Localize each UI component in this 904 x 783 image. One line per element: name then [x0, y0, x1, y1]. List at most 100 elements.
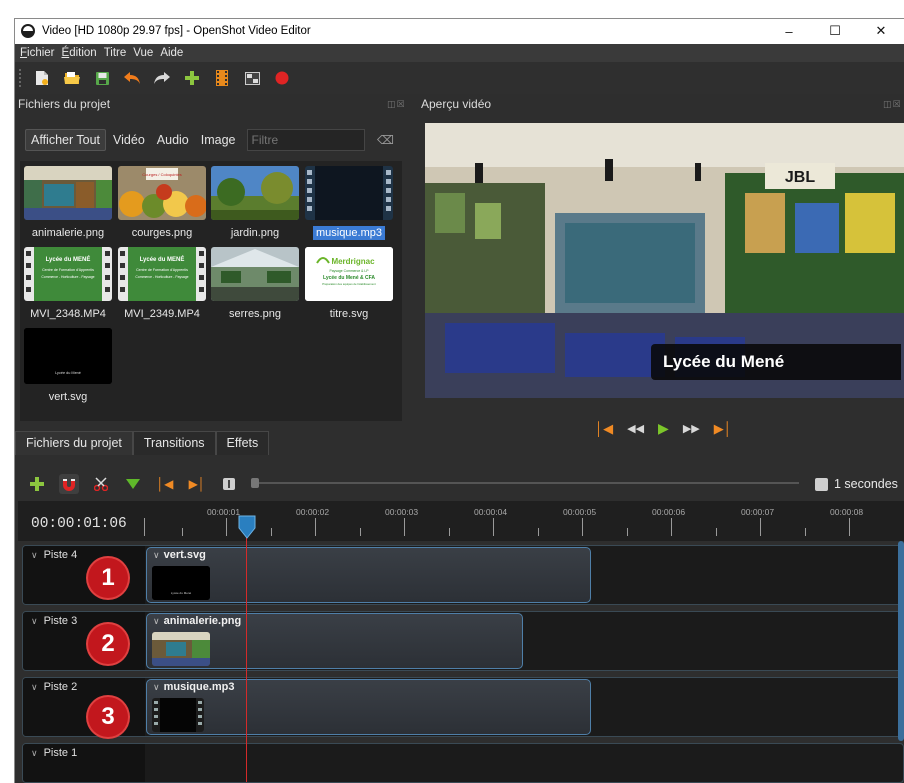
vert-svg-thumbnail: Lycée du Mené	[24, 328, 112, 384]
add-marker-button[interactable]	[123, 474, 143, 494]
menu-edition[interactable]: Édition	[62, 47, 97, 59]
file-item-serres[interactable]: serres.png	[211, 247, 299, 321]
filter-show-all-button[interactable]: Afficher Tout	[25, 129, 107, 151]
fullscreen-button[interactable]	[241, 67, 263, 89]
choose-profile-button[interactable]	[211, 67, 233, 89]
clip-musique-mp3[interactable]: musique.mp3	[146, 679, 591, 735]
ruler-major-tick	[226, 518, 227, 536]
close-button[interactable]: ✕	[858, 18, 904, 44]
file-item-mvi-2349[interactable]: Lycée du MENÉ Centre de Formation d'Appr…	[118, 247, 206, 321]
clear-filter-icon[interactable]: ⌫	[377, 133, 394, 147]
ruler-minor-tick	[804, 528, 806, 536]
add-track-button[interactable]	[27, 474, 47, 494]
jump-start-icon[interactable]: │◀	[595, 421, 613, 437]
toolbar-grip[interactable]	[19, 69, 25, 87]
fullscreen-icon	[244, 71, 260, 85]
track-header[interactable]: Piste 2	[23, 678, 145, 736]
menu-titre[interactable]: Titre	[104, 47, 127, 59]
choose-profile-icon	[216, 70, 228, 86]
file-name: MVI_2348.MP4	[30, 308, 106, 320]
center-timeline-icon	[223, 478, 235, 490]
video-title-line2: Centre de Formation d'Apprentis	[136, 268, 188, 272]
file-item-mvi-2348[interactable]: Lycée du MENÉ Centre de Formation d'Appr…	[24, 247, 112, 321]
export-video-button[interactable]	[271, 67, 293, 89]
title-svg-thumbnail: Merdrignac Paysage Commerce & LP Lycée d…	[305, 247, 393, 301]
menu-edition-label: dition	[69, 47, 97, 59]
file-name: serres.png	[229, 308, 281, 320]
ruler-major-tick	[315, 518, 316, 536]
minimize-button[interactable]: –	[766, 18, 812, 44]
openshot-logo-icon	[21, 24, 35, 38]
file-item-titre[interactable]: Merdrignac Paysage Commerce & LP Lycée d…	[305, 247, 393, 321]
clip-animalerie-png[interactable]: animalerie.png	[146, 613, 523, 669]
zoom-slider-handle[interactable]	[251, 478, 259, 488]
ruler-major-tick	[582, 518, 583, 536]
zoom-slider[interactable]	[251, 478, 799, 488]
file-thumbnail: Merdrignac Paysage Commerce & LP Lycée d…	[305, 247, 393, 301]
fast-forward-icon[interactable]: ▶▶	[683, 422, 700, 435]
track-piste-1[interactable]: Piste 1	[22, 743, 904, 783]
tab-project-files[interactable]: Fichiers du projet	[15, 431, 133, 455]
file-item-musique[interactable]: musique.mp3	[305, 166, 393, 240]
menu-aide[interactable]: Aide	[160, 47, 183, 59]
undo-button[interactable]	[121, 67, 143, 89]
menu-vue[interactable]: Vue	[133, 47, 153, 59]
tab-transitions[interactable]: Transitions	[132, 431, 216, 455]
file-item-vert[interactable]: Lycée du Mené vert.svg	[24, 328, 112, 404]
menu-fichier[interactable]: Fichier	[20, 47, 55, 59]
next-marker-button[interactable]: ▶│	[187, 474, 207, 494]
razor-button[interactable]	[91, 474, 111, 494]
track-piste-3[interactable]: Piste 3 animalerie.png	[22, 611, 904, 671]
rewind-icon[interactable]: ◀◀	[627, 422, 644, 435]
center-playhead-button[interactable]	[219, 474, 239, 494]
preview-panel-float-close-icon[interactable]: ◫☒	[883, 99, 902, 110]
save-project-button[interactable]	[91, 67, 113, 89]
track-piste-2[interactable]: Piste 2 musique.mp3	[22, 677, 904, 737]
clip-thumbnail: Lycée du Mené	[152, 566, 210, 600]
tab-effects[interactable]: Effets	[215, 431, 270, 455]
timeline-timecode: 00:00:01:06	[31, 516, 127, 532]
play-icon[interactable]: ▶	[658, 420, 669, 437]
clip-vert-svg[interactable]: vert.svg Lycée du Mené	[146, 547, 591, 603]
redo-button[interactable]	[151, 67, 173, 89]
file-name: titre.svg	[329, 308, 369, 320]
ruler-major-tick	[760, 518, 761, 536]
menu-bar: Fichier Édition Titre Vue Aide	[15, 44, 904, 62]
track-name: Piste 2	[31, 681, 78, 693]
open-project-button[interactable]	[61, 67, 83, 89]
menu-fichier-mnemonic: F	[20, 47, 28, 59]
ruler-minor-tick	[359, 528, 361, 536]
ruler-minor-tick	[626, 528, 628, 536]
clip-thumbnail	[152, 698, 204, 732]
file-thumbnail: Lycée du Mené	[24, 328, 112, 384]
file-name: jardin.png	[230, 227, 280, 239]
add-track-icon	[30, 477, 44, 491]
file-item-courges[interactable]: Courges / Coloquintes courges.png	[118, 166, 206, 240]
files-panel-float-close-icon[interactable]: ◫☒	[387, 99, 406, 110]
files-filter-bar: Afficher Tout Vidéo Audio Image	[25, 128, 365, 152]
import-files-button[interactable]	[181, 67, 203, 89]
squash-thumbnail: Courges / Coloquintes	[118, 166, 206, 220]
previous-marker-button[interactable]: │◀	[155, 474, 175, 494]
file-item-jardin[interactable]: jardin.png	[211, 166, 299, 240]
playhead-handle-icon[interactable]	[237, 514, 257, 540]
ruler-major-tick	[404, 518, 405, 536]
maximize-button[interactable]: ☐	[812, 18, 858, 44]
snapping-button[interactable]	[59, 474, 79, 494]
file-item-animalerie[interactable]: animalerie.png	[24, 166, 112, 240]
jump-end-icon[interactable]: ▶│	[714, 421, 732, 437]
new-project-button[interactable]	[31, 67, 53, 89]
track-header[interactable]: Piste 1	[23, 744, 145, 782]
filter-input[interactable]	[246, 129, 365, 151]
marker-icon	[126, 479, 140, 489]
video-title-line1: Lycée du MENÉ	[140, 255, 185, 263]
ruler-major-tick	[849, 518, 850, 536]
ruler-tick-label: 00:00:08	[830, 507, 864, 517]
filter-audio-button[interactable]: Audio	[152, 130, 194, 150]
filter-video-button[interactable]: Vidéo	[108, 130, 150, 150]
vert-clip-thumb-text: Lycée du Mené	[171, 591, 192, 595]
filter-image-button[interactable]: Image	[196, 130, 241, 150]
timeline-vertical-scrollbar[interactable]	[898, 541, 904, 741]
video-title-card-thumbnail: Lycée du MENÉ Centre de Formation d'Appr…	[24, 247, 112, 301]
track-piste-4[interactable]: Piste 4 vert.svg Lycée du Mené	[22, 545, 904, 605]
